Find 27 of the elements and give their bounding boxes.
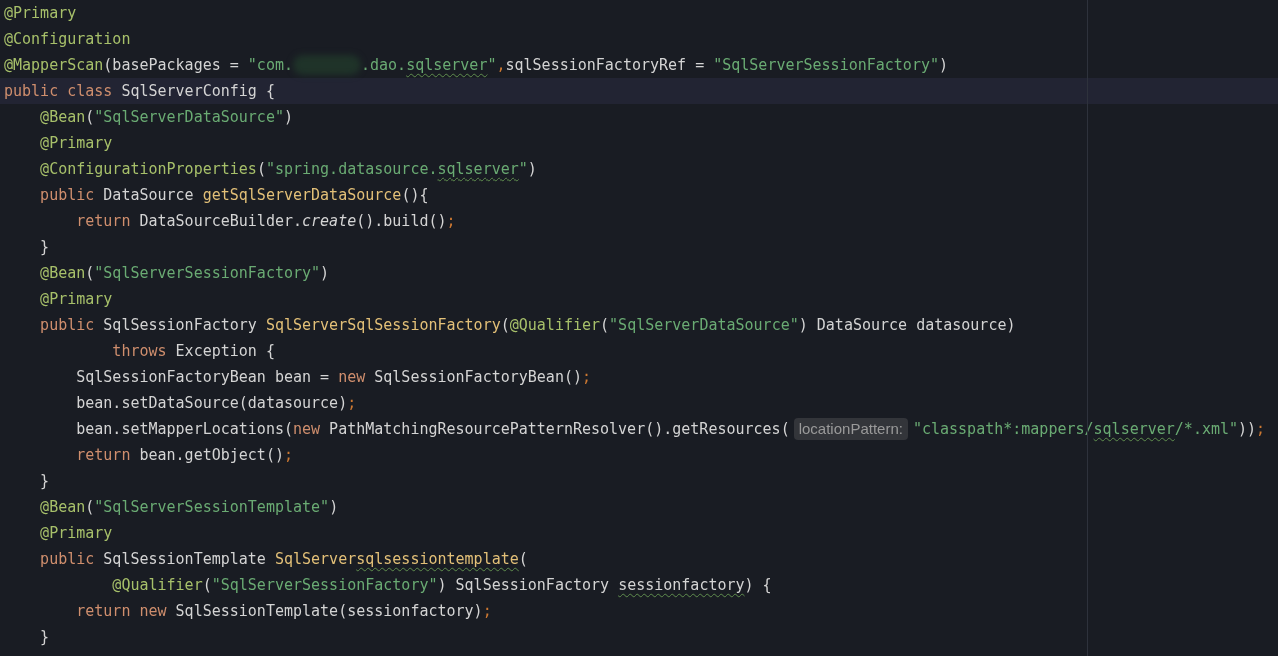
code-line: @ConfigurationProperties("spring.datasource.sqlserver") xyxy=(39,159,538,180)
code-line: throws Exception { xyxy=(111,341,276,362)
code-line: @Bean("SqlServerSessionFactory") xyxy=(39,263,331,284)
code-line: } xyxy=(39,627,51,648)
code-line: @Bean("SqlServerDataSource") xyxy=(39,107,294,128)
code-line: @Primary xyxy=(39,523,114,544)
code-line: @Primary xyxy=(39,133,114,154)
code-line: SqlSessionFactoryBean bean = new SqlSessionFactoryBean(); xyxy=(75,367,592,388)
code-line: } xyxy=(39,471,51,492)
code-line: return new SqlSessionTemplate(sessionfactory); xyxy=(75,601,493,622)
parameter-hint: locationPattern: xyxy=(793,418,908,440)
code-line: @Configuration xyxy=(3,29,132,50)
code-line: public SqlSessionTemplate SqlServersqlsessiontemplate( xyxy=(39,549,529,570)
code-line: @Bean("SqlServerSessionTemplate") xyxy=(39,497,340,518)
code-text: .dao.sqlserver",sqlSessionFactoryRef = "SqlServerSessionFactory") xyxy=(361,55,949,76)
code-line: return bean.getObject(); xyxy=(75,445,294,466)
code-line: public DataSource getSqlServerDataSource(){ xyxy=(39,185,430,206)
code-line: bean.setDataSource(datasource); xyxy=(75,393,358,414)
code-line: public SqlSessionFactory SqlServerSqlSessionFactory(@Qualifier("SqlServerDataSource") DataSource datasource) xyxy=(39,315,1017,336)
code-text: @MapperScan(basePackages = "com. xyxy=(4,55,293,76)
code-text: "classpath*:mappers/sqlserver/*.xml")); xyxy=(912,419,1266,440)
code-line: @Primary xyxy=(3,3,78,24)
code-line: return DataSourceBuilder.create().build(); xyxy=(75,211,457,232)
code-line: @Primary xyxy=(39,289,114,310)
code-line: @Qualifier("SqlServerSessionFactory") SqlSessionFactory sessionfactory) { xyxy=(111,575,773,596)
code-line: } xyxy=(39,237,51,258)
code-text: bean.setMapperLocations(new PathMatchingResourcePatternResolver().getResources( xyxy=(75,419,790,440)
